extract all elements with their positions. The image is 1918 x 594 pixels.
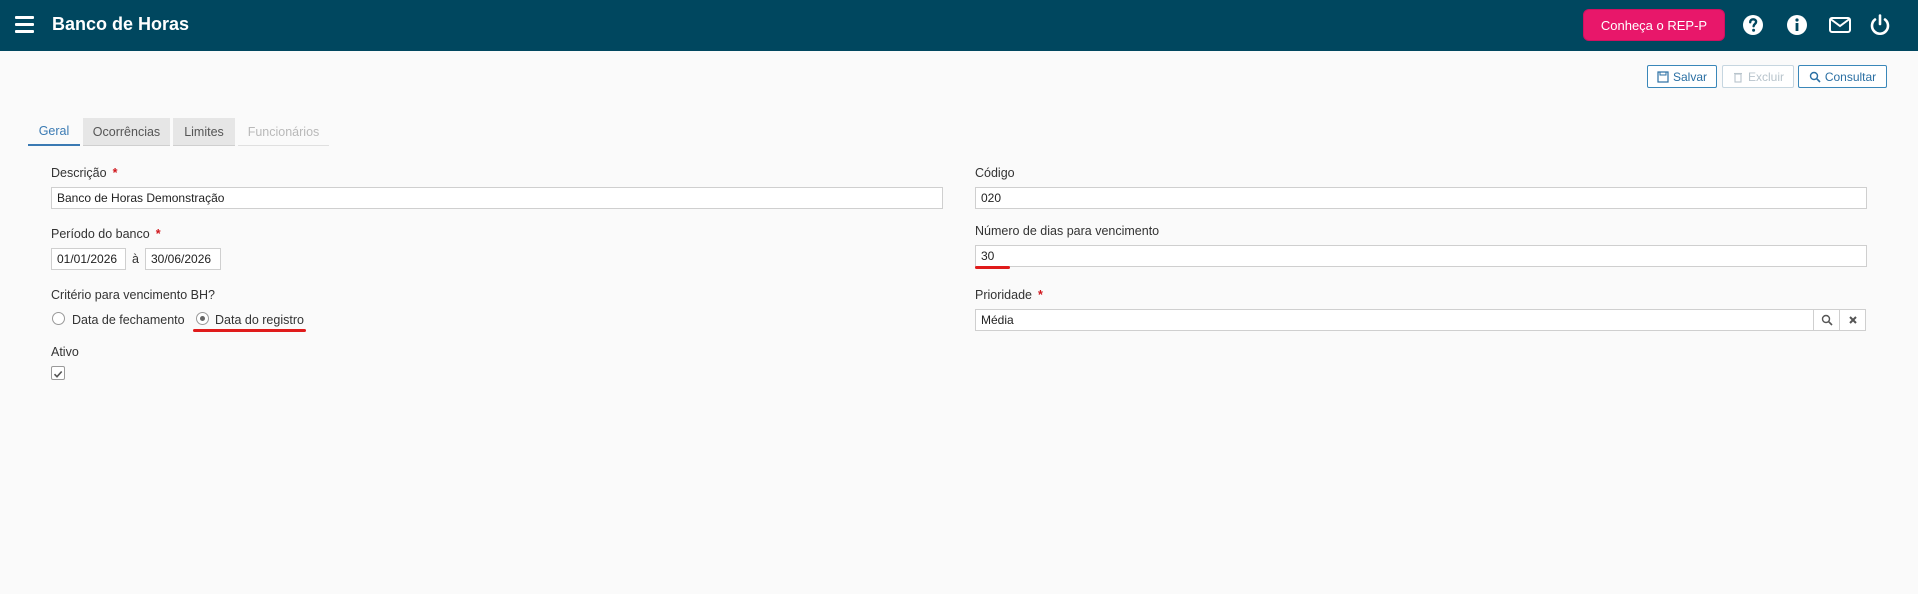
codigo-input[interactable]: 020 <box>975 187 1867 209</box>
info-icon[interactable] <box>1785 13 1809 37</box>
prioridade-search-button[interactable] <box>1813 309 1840 331</box>
dias-vencimento-label: Número de dias para vencimento <box>975 224 1160 238</box>
descricao-label: Descrição * <box>51 166 118 180</box>
prioridade-input[interactable]: Média <box>975 309 1814 331</box>
delete-label: Excluir <box>1747 69 1784 84</box>
page-title: Banco de Horas <box>52 14 190 34</box>
save-icon <box>1657 70 1669 83</box>
rep-p-button[interactable]: Conheça o REP-P <box>1583 9 1725 41</box>
data-registro-label: Data do registro <box>215 313 304 327</box>
annotation-underline <box>975 266 1010 269</box>
search-icon <box>1809 71 1821 83</box>
tab-ocorrencias[interactable]: Ocorrências <box>83 118 170 146</box>
prioridade-clear-button[interactable] <box>1839 309 1866 331</box>
required-marker: * <box>155 227 161 241</box>
trash-icon <box>1733 72 1742 83</box>
save-button[interactable]: Salvar <box>1647 65 1717 88</box>
power-icon[interactable] <box>1868 13 1892 37</box>
search-icon <box>1821 314 1833 326</box>
periodo-separator: à <box>132 252 139 266</box>
top-bar: Banco de Horas Conheça o REP-P <box>0 0 1918 51</box>
dias-vencimento-input[interactable]: 30 <box>975 245 1867 267</box>
periodo-label: Período do banco * <box>51 227 161 241</box>
check-icon <box>53 370 63 378</box>
ativo-label: Ativo <box>51 345 79 359</box>
periodo-end-input[interactable]: 30/06/2026 <box>145 248 221 270</box>
search-label: Consultar <box>1824 69 1877 84</box>
tab-limites[interactable]: Limites <box>173 118 235 146</box>
help-icon[interactable] <box>1741 13 1765 37</box>
periodo-start-input[interactable]: 01/01/2026 <box>51 248 126 270</box>
required-marker: * <box>1037 288 1043 302</box>
tab-geral[interactable]: Geral <box>28 118 80 146</box>
radio-data-fechamento[interactable] <box>52 312 65 325</box>
prioridade-label: Prioridade * <box>975 288 1043 302</box>
annotation-underline <box>193 329 306 332</box>
criterio-label: Critério para vencimento BH? <box>51 288 215 302</box>
ativo-checkbox[interactable] <box>51 366 65 380</box>
required-marker: * <box>112 166 118 180</box>
tab-funcionarios: Funcionários <box>238 118 329 146</box>
radio-data-registro[interactable] <box>196 312 209 325</box>
codigo-label: Código <box>975 166 1015 180</box>
descricao-input[interactable]: Banco de Horas Demonstração <box>51 187 943 209</box>
save-label: Salvar <box>1672 69 1707 84</box>
search-button[interactable]: Consultar <box>1798 65 1887 88</box>
close-icon <box>1848 316 1857 324</box>
menu-icon[interactable] <box>15 16 35 34</box>
mail-icon[interactable] <box>1828 13 1852 37</box>
data-fechamento-label: Data de fechamento <box>72 313 185 327</box>
delete-button[interactable]: Excluir <box>1722 65 1794 88</box>
